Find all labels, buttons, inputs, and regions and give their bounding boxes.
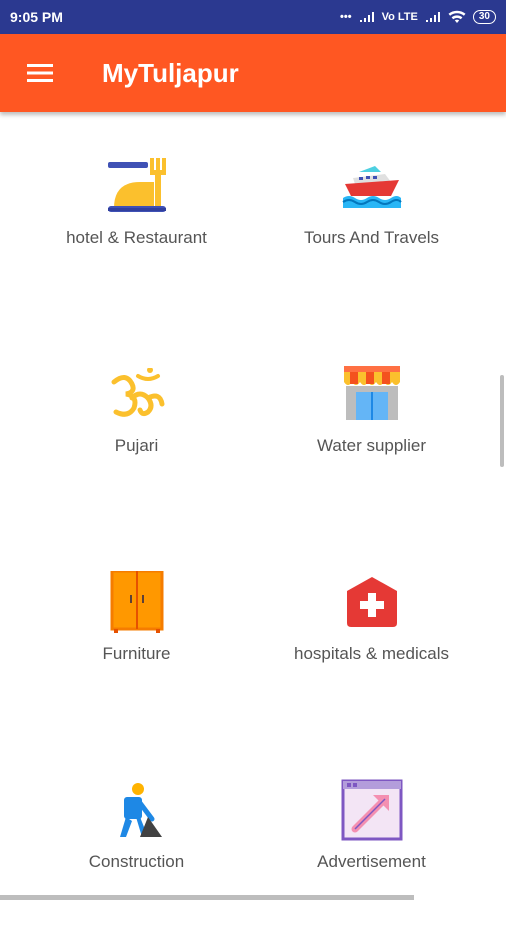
category-label: Pujari xyxy=(115,436,158,456)
category-label: hotel & Restaurant xyxy=(66,228,207,248)
status-time: 9:05 PM xyxy=(10,9,63,25)
status-icons: ••• Vo LTE 30 xyxy=(340,10,496,24)
category-label: Furniture xyxy=(102,644,170,664)
wifi-icon xyxy=(448,10,466,24)
construction-worker-icon xyxy=(105,778,169,842)
signal-icon xyxy=(359,11,375,23)
hospital-icon xyxy=(340,570,404,634)
category-grid: hotel & Restaurant Tours And Travels xyxy=(0,112,506,896)
category-label: Advertisement xyxy=(317,852,426,872)
category-label: Tours And Travels xyxy=(304,228,439,248)
om-icon xyxy=(105,362,169,426)
hamburger-icon xyxy=(27,63,53,83)
category-pujari[interactable]: Pujari xyxy=(10,320,263,528)
menu-button[interactable] xyxy=(0,34,80,112)
shop-icon xyxy=(340,362,404,426)
ship-icon xyxy=(340,154,404,218)
horizontal-scrollbar[interactable] xyxy=(0,895,414,900)
category-label: hospitals & medicals xyxy=(294,644,449,664)
advertisement-icon xyxy=(340,778,404,842)
app-bar: MyTuljapur xyxy=(0,34,506,112)
category-hospitals-medicals[interactable]: hospitals & medicals xyxy=(245,528,498,736)
more-dots-icon: ••• xyxy=(340,11,352,23)
signal-icon-2 xyxy=(425,11,441,23)
battery-icon: 30 xyxy=(473,10,496,24)
category-advertisement[interactable]: Advertisement xyxy=(245,736,498,944)
app-title: MyTuljapur xyxy=(102,58,239,89)
category-water-supplier[interactable]: Water supplier xyxy=(245,320,498,528)
status-bar: 9:05 PM ••• Vo LTE 30 xyxy=(0,0,506,34)
network-type: Vo LTE xyxy=(382,11,418,23)
category-hotel-restaurant[interactable]: hotel & Restaurant xyxy=(10,112,263,320)
cupboard-icon xyxy=(105,570,169,634)
category-label: Water supplier xyxy=(317,436,426,456)
category-construction[interactable]: Construction xyxy=(10,736,263,944)
category-label: Construction xyxy=(89,852,184,872)
hotel-restaurant-icon xyxy=(105,154,169,218)
category-furniture[interactable]: Furniture xyxy=(10,528,263,736)
vertical-scrollbar[interactable] xyxy=(500,375,504,467)
category-tours-travels[interactable]: Tours And Travels xyxy=(245,112,498,320)
